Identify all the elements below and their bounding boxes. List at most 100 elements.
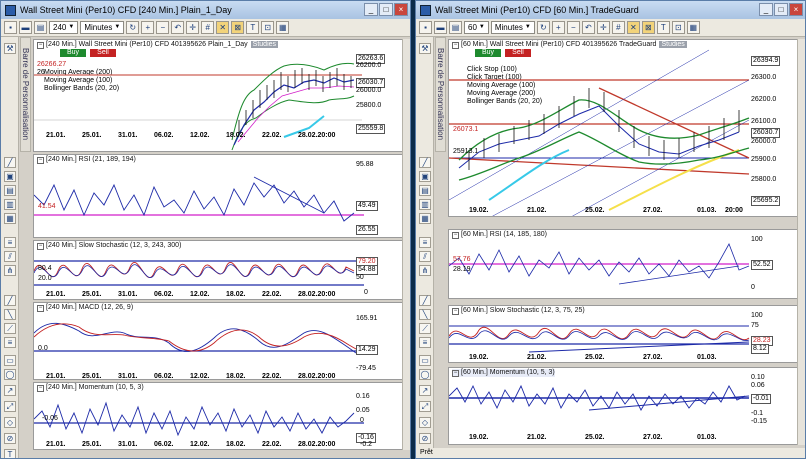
chart-type-icon[interactable]: ▤ <box>34 21 47 34</box>
link-icon[interactable]: ⊡ <box>671 21 685 34</box>
stoch-left-label: 80.4 <box>38 265 52 272</box>
right-vertical-scrollbar[interactable] <box>797 39 805 445</box>
close-button[interactable]: × <box>394 3 408 16</box>
minimize-button[interactable]: _ <box>759 3 773 16</box>
tool-icon-5[interactable]: ╱ <box>4 295 16 306</box>
unit-select[interactable]: Minutes ▼ <box>80 21 125 34</box>
trend-icon[interactable]: ⊠ <box>641 21 655 34</box>
tool-icon-8[interactable]: ≡ <box>419 337 431 348</box>
status-bar: Prêt <box>416 448 805 458</box>
tool-icon-3[interactable]: ▥ <box>4 199 16 210</box>
zoom-in-icon[interactable]: + <box>551 21 565 34</box>
unit-select[interactable]: Minutes ▼ <box>490 21 535 34</box>
tool-icon-6[interactable]: ╲ <box>4 309 16 320</box>
save-icon[interactable]: ▪ <box>4 21 17 34</box>
properties-icon[interactable]: ▦ <box>276 21 290 34</box>
properties-icon[interactable]: ▦ <box>686 21 700 34</box>
open-folder-icon[interactable]: ▬ <box>19 21 32 34</box>
cursor-icon[interactable]: ✕ <box>216 21 230 34</box>
right-stoch-panel[interactable]: − [60 Min.] Slow Stochastic (12, 3, 75, 2… <box>448 305 798 363</box>
tool-icon-5[interactable]: ╱ <box>419 295 431 306</box>
tool-icon-8[interactable]: ≡ <box>4 337 16 348</box>
customization-bar[interactable]: Barre de Personnalisation <box>20 37 31 152</box>
grid-icon[interactable]: # <box>611 21 625 34</box>
undo-icon[interactable]: ↶ <box>171 21 185 34</box>
tool-icon-2[interactable]: ▤ <box>4 185 16 196</box>
arrow-tool-icon[interactable]: ↗ <box>4 385 16 396</box>
right-titlebar[interactable]: Wall Street Mini (Per10) CFD [60 Min.] T… <box>416 1 805 19</box>
fib-tool-icon[interactable]: ≡ <box>4 237 16 248</box>
zoom-in-icon[interactable]: + <box>141 21 155 34</box>
channel-tool-icon[interactable]: ⫽ <box>4 251 16 262</box>
maximize-button[interactable]: □ <box>774 3 788 16</box>
chart-type-icon[interactable]: ▤ <box>449 21 462 34</box>
tool-icon-2[interactable]: ▤ <box>419 185 431 196</box>
left-vertical-scrollbar[interactable] <box>402 39 410 450</box>
refresh-icon[interactable]: ↻ <box>126 21 140 34</box>
x-label: 27.02. <box>643 207 663 214</box>
x-label: 22.02. <box>262 132 282 139</box>
text-tool-icon[interactable]: T <box>246 21 260 34</box>
tool-icon-7[interactable]: ⟋ <box>4 323 16 334</box>
settings-icon[interactable]: ⚒ <box>419 43 431 54</box>
tool-icon-9[interactable]: ⤢ <box>419 401 431 412</box>
left-titlebar[interactable]: Wall Street Mini (Per10) CFD [240 Min.] … <box>1 1 410 19</box>
pitchfork-tool-icon[interactable]: ⋔ <box>419 265 431 276</box>
open-folder-icon[interactable]: ▬ <box>434 21 447 34</box>
text-tool-icon-side[interactable]: T <box>4 449 16 458</box>
right-momentum-panel[interactable]: − [60 Min.] Momentum (10, 5, 3) 0.10 0.06… <box>448 367 798 445</box>
tool-icon-10[interactable]: ◇ <box>419 417 431 428</box>
undo-icon[interactable]: ↶ <box>581 21 595 34</box>
right-rsi-panel[interactable]: − [60 Min.] RSI (14, 185, 180) 57.76 28.1… <box>448 229 798 299</box>
left-momentum-panel[interactable]: − [240 Min.] Momentum (10, 5, 3) -0.06 0.… <box>33 382 403 450</box>
rectangle-tool-icon[interactable]: ▭ <box>4 355 16 366</box>
text-tool-icon[interactable]: T <box>656 21 670 34</box>
fib-tool-icon[interactable]: ≡ <box>419 237 431 248</box>
left-rsi-panel[interactable]: − [240 Min.] RSI (21, 189, 194) 41.54 95.… <box>33 154 403 238</box>
x-label: 27.02. <box>643 354 663 361</box>
tool-icon-6[interactable]: ╲ <box>419 309 431 320</box>
tool-icon-7[interactable]: ⟋ <box>419 323 431 334</box>
link-icon[interactable]: ⊡ <box>261 21 275 34</box>
maximize-button[interactable]: □ <box>379 3 393 16</box>
channel-tool-icon[interactable]: ⫽ <box>419 251 431 262</box>
tool-icon-4[interactable]: ▦ <box>4 213 16 224</box>
left-price-panel[interactable]: − [240 Min.] Wall Street Mini (Per10) CFD… <box>33 39 403 152</box>
right-rsi-chart <box>449 243 750 285</box>
zoom-out-icon[interactable]: − <box>566 21 580 34</box>
close-button[interactable]: × <box>789 3 803 16</box>
minimize-button[interactable]: _ <box>364 3 378 16</box>
tool-icon-11[interactable]: ⊘ <box>419 433 431 444</box>
tool-icon-3[interactable]: ▥ <box>419 199 431 210</box>
x-label: 21.02. <box>527 354 547 361</box>
arrow-tool-icon[interactable]: ↗ <box>419 385 431 396</box>
grid-icon[interactable]: # <box>201 21 215 34</box>
refresh-icon[interactable]: ↻ <box>536 21 550 34</box>
line-tool-icon[interactable]: ╱ <box>4 157 16 168</box>
save-icon[interactable]: ▪ <box>419 21 432 34</box>
tool-icon-4[interactable]: ▦ <box>419 213 431 224</box>
trend-icon[interactable]: ⊠ <box>231 21 245 34</box>
customization-bar[interactable]: Barre de Personnalisation <box>435 37 446 152</box>
rectangle-tool-icon[interactable]: ▭ <box>419 355 431 366</box>
interval-input[interactable]: 60 ▼ <box>464 21 489 34</box>
settings-icon[interactable]: ⚒ <box>4 43 16 54</box>
line-tool-icon[interactable]: ╱ <box>419 157 431 168</box>
crosshair-icon[interactable]: ✛ <box>596 21 610 34</box>
tool-icon-1[interactable]: ▣ <box>4 171 16 182</box>
tool-icon-9[interactable]: ⤢ <box>4 401 16 412</box>
interval-input[interactable]: 240 ▼ <box>49 21 79 34</box>
right-price-panel[interactable]: − [60 Min.] Wall Street Mini (Per10) CFD … <box>448 39 798 217</box>
zoom-out-icon[interactable]: − <box>156 21 170 34</box>
cursor-icon[interactable]: ✕ <box>626 21 640 34</box>
ellipse-tool-icon[interactable]: ◯ <box>4 369 16 380</box>
tool-icon-11[interactable]: ⊘ <box>4 433 16 444</box>
tool-icon-10[interactable]: ◇ <box>4 417 16 428</box>
left-stoch-panel[interactable]: − [240 Min.] Slow Stochastic (12, 3, 243,… <box>33 240 403 300</box>
ellipse-tool-icon[interactable]: ◯ <box>419 369 431 380</box>
momentum-label: 0.10 <box>751 374 765 381</box>
pitchfork-tool-icon[interactable]: ⋔ <box>4 265 16 276</box>
tool-icon-1[interactable]: ▣ <box>419 171 431 182</box>
left-macd-panel[interactable]: − [240 Min.] MACD (12, 26, 9) 0.0 165.91 … <box>33 302 403 380</box>
crosshair-icon[interactable]: ✛ <box>186 21 200 34</box>
